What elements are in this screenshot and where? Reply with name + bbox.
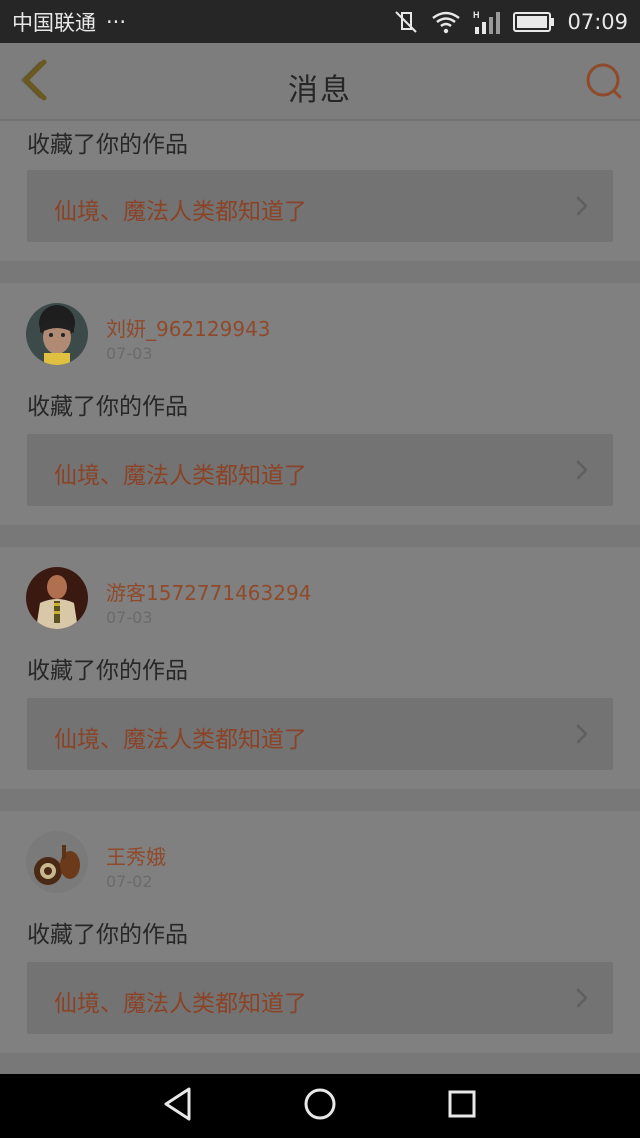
nav-back-button[interactable] bbox=[148, 1086, 208, 1126]
system-nav-bar bbox=[0, 1074, 640, 1138]
nav-home-button[interactable] bbox=[290, 1086, 350, 1126]
status-bar: 中国联通 ··· H 07:09 bbox=[0, 0, 640, 43]
work-title: 仙境、魔法人类都知道了 bbox=[54, 199, 307, 225]
nav-recents-button[interactable] bbox=[432, 1086, 492, 1126]
message-date: 07-03 bbox=[106, 344, 153, 363]
mute-icon bbox=[393, 10, 419, 34]
message-date: 07-02 bbox=[106, 872, 153, 891]
svg-text:H: H bbox=[473, 10, 480, 20]
status-left: 中国联通 ··· bbox=[12, 7, 126, 37]
work-title: 仙境、魔法人类都知道了 bbox=[54, 991, 307, 1017]
divider bbox=[0, 261, 640, 283]
username[interactable]: 王秀娥 bbox=[106, 841, 166, 870]
work-title: 仙境、魔法人类都知道了 bbox=[54, 727, 307, 753]
home-circle-icon bbox=[302, 1086, 338, 1126]
recents-square-icon bbox=[446, 1088, 478, 1124]
status-right: H 07:09 bbox=[393, 9, 628, 35]
message-action-text: 收藏了你的作品 bbox=[27, 394, 188, 420]
work-title: 仙境、魔法人类都知道了 bbox=[54, 463, 307, 489]
chevron-right-icon bbox=[575, 723, 589, 749]
message-card: 收藏了你的作品 仙境、魔法人类都知道了 bbox=[0, 121, 640, 261]
chevron-right-icon bbox=[575, 987, 589, 1013]
avatar[interactable] bbox=[26, 567, 88, 629]
divider bbox=[0, 789, 640, 811]
message-action-text: 收藏了你的作品 bbox=[27, 132, 188, 158]
clock: 07:09 bbox=[567, 9, 628, 34]
app-header: 消息 bbox=[0, 43, 640, 121]
page-title: 消息 bbox=[288, 73, 352, 108]
username[interactable]: 游客1572771463294 bbox=[106, 577, 311, 606]
work-link[interactable]: 仙境、魔法人类都知道了 bbox=[27, 698, 613, 770]
notification-dots: ··· bbox=[106, 9, 127, 34]
message-card: 游客1572771463294 07-03 收藏了你的作品 仙境、魔法人类都知道… bbox=[0, 547, 640, 789]
battery-icon bbox=[513, 11, 555, 33]
divider bbox=[0, 1053, 640, 1074]
chevron-right-icon bbox=[575, 459, 589, 485]
message-action-text: 收藏了你的作品 bbox=[27, 922, 188, 948]
message-card: 刘妍_962129943 07-03 收藏了你的作品 仙境、魔法人类都知道了 bbox=[0, 283, 640, 525]
message-list[interactable]: 收藏了你的作品 仙境、魔法人类都知道了 刘妍_962129943 07-03 收… bbox=[0, 121, 640, 1074]
divider bbox=[0, 525, 640, 547]
avatar[interactable] bbox=[26, 831, 88, 893]
message-action-text: 收藏了你的作品 bbox=[27, 658, 188, 684]
search-button[interactable] bbox=[582, 61, 626, 105]
screen: 中国联通 ··· H 07:09 消息 收藏了你的作品 仙境、魔法人类都知道了 … bbox=[0, 0, 640, 1138]
signal-icon: H bbox=[473, 9, 501, 35]
work-link[interactable]: 仙境、魔法人类都知道了 bbox=[27, 962, 613, 1034]
carrier-name: 中国联通 bbox=[12, 10, 96, 35]
message-date: 07-03 bbox=[106, 608, 153, 627]
search-icon bbox=[584, 61, 624, 105]
work-link[interactable]: 仙境、魔法人类都知道了 bbox=[27, 170, 613, 242]
work-link[interactable]: 仙境、魔法人类都知道了 bbox=[27, 434, 613, 506]
chevron-right-icon bbox=[575, 195, 589, 221]
avatar[interactable] bbox=[26, 303, 88, 365]
back-triangle-icon bbox=[161, 1086, 195, 1126]
wifi-icon bbox=[431, 10, 461, 34]
username[interactable]: 刘妍_962129943 bbox=[106, 313, 271, 342]
message-card: 王秀娥 07-02 收藏了你的作品 仙境、魔法人类都知道了 bbox=[0, 811, 640, 1053]
